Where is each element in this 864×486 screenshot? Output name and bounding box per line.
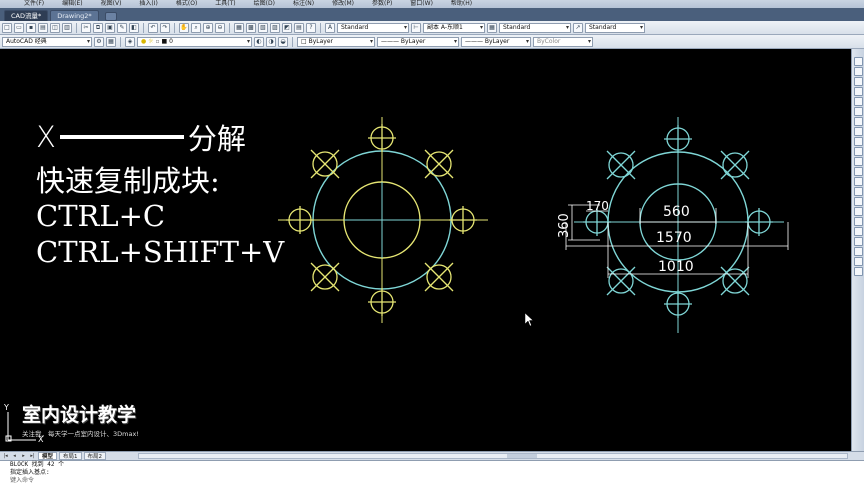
right-flange <box>574 117 784 333</box>
dim-1570-text: 1570 <box>656 230 692 246</box>
move-icon[interactable] <box>853 107 863 116</box>
command-input[interactable]: 键入命令 <box>0 477 864 485</box>
draw-order-icon[interactable] <box>853 227 863 236</box>
extend-icon[interactable] <box>853 157 863 166</box>
tab-layout2[interactable]: 布局2 <box>83 452 107 460</box>
left-hole-top-left <box>310 149 340 179</box>
watermark: 室内设计教学 关注我，每天学一点室内设计、3Dmax! <box>22 400 139 438</box>
right-hole-top-left <box>606 150 636 180</box>
explode-icon[interactable] <box>853 217 863 226</box>
left-hole-right <box>449 206 477 234</box>
right-hole-top-right <box>720 150 750 180</box>
left-hole-bottom-left <box>310 262 340 292</box>
break-icon[interactable] <box>853 177 863 186</box>
dim-1010-text: 1010 <box>658 259 694 275</box>
watermark-title: 室内设计教学 <box>22 404 137 426</box>
polyline-edit-icon[interactable] <box>853 237 863 246</box>
block-attribute-icon[interactable] <box>853 267 863 276</box>
right-hole-bottom <box>664 290 692 318</box>
right-hole-top <box>664 125 692 153</box>
command-history-line2: 指定插入基点: <box>10 469 50 476</box>
join-icon[interactable] <box>853 187 863 196</box>
tab-layout1[interactable]: 布局1 <box>59 452 82 460</box>
horizontal-scrollbar[interactable] <box>138 453 848 459</box>
left-hole-top <box>368 124 396 152</box>
rotate-icon[interactable] <box>853 117 863 126</box>
command-line[interactable]: BLOCK 找到 42 个 指定插入基点: 键入命令 <box>0 460 864 486</box>
layout-tab-bar: |◂ ◂ ▸ ▸| 模型 布局1 布局2 <box>0 451 864 460</box>
mouse-cursor-icon <box>524 312 534 327</box>
right-hole-bottom-left <box>606 266 636 296</box>
last-tab-icon[interactable]: ▸| <box>29 453 36 460</box>
hatch-edit-icon[interactable] <box>853 257 863 266</box>
right-hole-right <box>745 208 773 236</box>
spline-edit-icon[interactable] <box>853 247 863 256</box>
dim-360-text: 360 <box>557 213 572 238</box>
dim-170-text: 170 <box>586 199 609 213</box>
tab-model[interactable]: 模型 <box>38 452 58 460</box>
break-at-point-icon[interactable] <box>853 167 863 176</box>
command-history-line1: BLOCK 找到 42 个 <box>10 461 65 468</box>
left-hole-top-right <box>424 149 454 179</box>
left-flange <box>278 117 488 323</box>
left-hole-left <box>286 206 314 234</box>
left-hole-bottom <box>368 288 396 316</box>
offset-icon[interactable] <box>853 87 863 96</box>
fillet-icon[interactable] <box>853 207 863 216</box>
scale-icon[interactable] <box>853 127 863 136</box>
watermark-subtitle: 关注我，每天学一点室内设计、3Dmax! <box>22 430 139 438</box>
stretch-icon[interactable] <box>853 137 863 146</box>
ucs-y-label: Y <box>3 403 9 412</box>
first-tab-icon[interactable]: |◂ <box>2 453 9 460</box>
array-icon[interactable] <box>853 97 863 106</box>
trim-icon[interactable] <box>853 147 863 156</box>
mirror-icon[interactable] <box>853 77 863 86</box>
modify-toolbar <box>851 49 864 451</box>
right-hole-bottom-right <box>720 266 750 296</box>
left-hole-bottom-right <box>424 262 454 292</box>
prev-tab-icon[interactable]: ◂ <box>11 453 18 460</box>
copy-icon[interactable] <box>853 67 863 76</box>
next-tab-icon[interactable]: ▸ <box>20 453 27 460</box>
chamfer-icon[interactable] <box>853 197 863 206</box>
dim-560-text: 560 <box>663 204 690 220</box>
erase-icon[interactable] <box>853 57 863 66</box>
